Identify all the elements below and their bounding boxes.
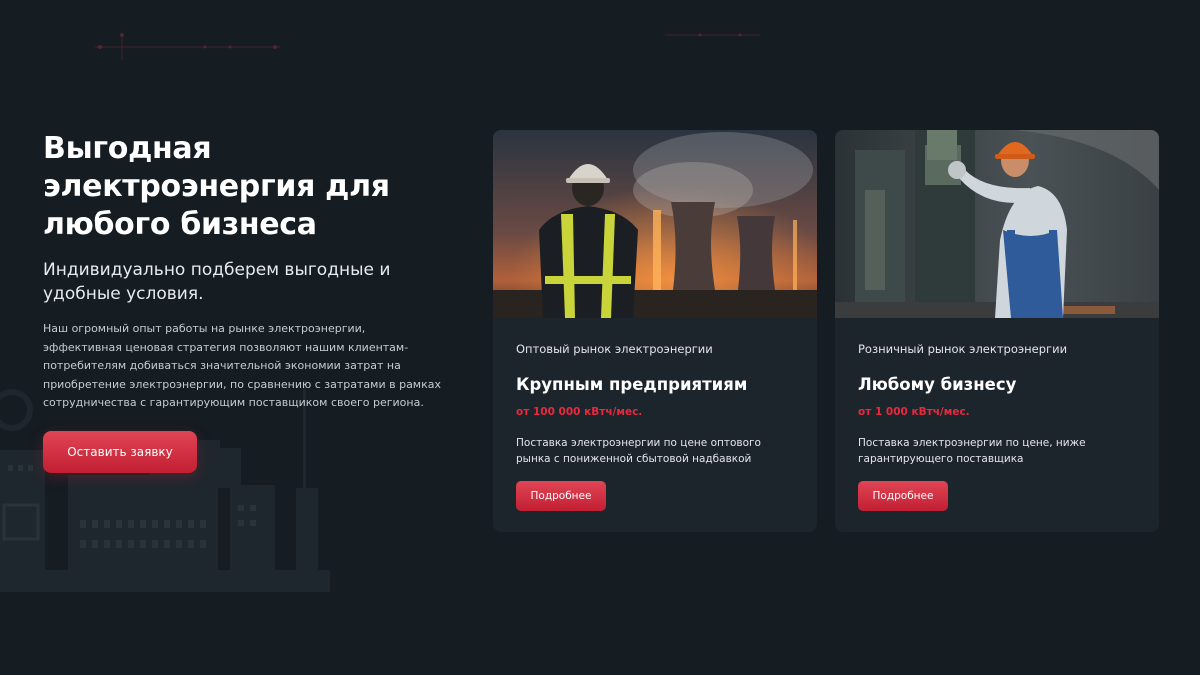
- power-plant-worker-photo: [493, 130, 817, 318]
- card-price: от 100 000 кВтч/мес.: [516, 406, 643, 418]
- hero-description: Наш огромный опыт работы на рынке электр…: [43, 322, 441, 409]
- hero-subtitle: Индивидуально подберем выгодные и удобны…: [43, 260, 391, 304]
- card-title: Любому бизнесу: [858, 375, 1017, 394]
- card-price: от 1 000 кВтч/мес.: [858, 406, 970, 418]
- more-button-retail[interactable]: Подробнее: [858, 481, 948, 511]
- offer-card-retail: Розничный рынок электроэнергии Любому би…: [835, 130, 1159, 532]
- card-title: Крупным предприятиям: [516, 375, 748, 394]
- factory-worker-photo: [835, 130, 1159, 318]
- top-decoration: [95, 33, 760, 60]
- offer-card-wholesale: Оптовый рынок электроэнергии Крупным пре…: [493, 130, 817, 532]
- hero-title: Выгодная электроэнергия для любого бизне…: [43, 131, 390, 242]
- more-button-wholesale[interactable]: Подробнее: [516, 481, 606, 511]
- card-category: Оптовый рынок электроэнергии: [516, 342, 713, 356]
- card-description: Поставка электроэнергии по цене, ниже га…: [858, 437, 1086, 465]
- card-category: Розничный рынок электроэнергии: [858, 342, 1068, 356]
- card-description: Поставка электроэнергии по цене оптового…: [516, 437, 761, 465]
- hero-section: Выгодная электроэнергия для любого бизне…: [43, 130, 453, 413]
- submit-request-button[interactable]: Оставить заявку: [43, 431, 197, 473]
